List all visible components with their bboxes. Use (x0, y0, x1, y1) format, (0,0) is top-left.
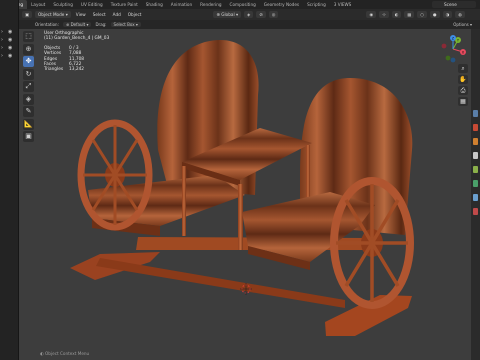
tab-texture-paint[interactable]: Texture Paint (107, 0, 142, 9)
tab-sculpting[interactable]: Sculpting (49, 0, 77, 9)
menu-object[interactable]: Object (126, 12, 144, 17)
left-wheel[interactable] (77, 119, 153, 231)
camera-view-icon[interactable]: ⎙ (458, 86, 468, 95)
options-button[interactable]: Options ▾ (453, 22, 472, 27)
shading-solid-icon[interactable]: ● (429, 11, 440, 18)
eye-icon[interactable]: ◉ (8, 45, 13, 50)
chevron-right-icon[interactable]: › (1, 29, 6, 34)
shading-rendered-icon[interactable]: ◍ (455, 11, 465, 18)
xray-icon[interactable]: ▦ (404, 11, 415, 18)
cursor-tool-icon[interactable]: ⊕ (23, 43, 34, 55)
render-tab-icon[interactable] (473, 124, 478, 131)
menu-view[interactable]: View (74, 12, 88, 17)
outliner-row[interactable]: › ◉ (1, 52, 18, 59)
axis-neg-x-handle[interactable] (441, 43, 447, 49)
bench-model[interactable] (19, 29, 471, 360)
proportional-edit-icon[interactable]: ◎ (268, 11, 279, 18)
drag-value: Select Box (113, 22, 135, 27)
tool-tab-icon[interactable] (473, 110, 478, 117)
orientation-label: Orientation: (35, 22, 59, 27)
gizmo-toggle-icon[interactable]: ⊹ (379, 11, 389, 18)
stat-value: 13,242 (69, 67, 85, 73)
scene-tab-icon[interactable] (473, 152, 478, 159)
mode-selector[interactable]: Object Mode ▾ (34, 11, 71, 18)
transform-orientation-selector[interactable]: ⊕ Global ▾ (213, 11, 242, 18)
zoom-icon[interactable]: ⌕ (458, 64, 468, 73)
tool-settings-bar: Orientation: ⊕ Default ▾ Drag: Select Bo… (19, 20, 480, 29)
tab-3-views[interactable]: 3 VIEWS (330, 0, 356, 9)
tab-rendering[interactable]: Rendering (196, 0, 225, 9)
move-tool-icon[interactable]: ✥ (23, 56, 34, 67)
tab-shading[interactable]: Shading (142, 0, 167, 9)
mode-label: Object Mode (37, 12, 65, 17)
status-hint-text: Object Context Menu (45, 351, 90, 356)
axis-neg-y-handle[interactable] (445, 55, 451, 61)
pan-hand-icon[interactable]: ✋ (458, 75, 468, 84)
toolbar: ⬚ ⊕ ✥ ↻ ⤢ ◈ ✎ 📐 ▣ (23, 31, 35, 144)
shading-material-icon[interactable]: ◑ (442, 11, 453, 18)
outliner-row[interactable]: › ◉ (1, 28, 18, 35)
tab-scripting[interactable]: Scripting (303, 0, 330, 9)
drag-dropdown[interactable]: Select Box ▾ (110, 22, 141, 27)
stat-label: Triangles (44, 67, 64, 73)
workspace-tab-bar: Modeling Layout Sculpting UV Editing Tex… (0, 0, 480, 9)
perspective-toggle-icon[interactable]: ▦ (458, 97, 468, 106)
menu-add[interactable]: Add (111, 12, 123, 17)
scale-tool-icon[interactable]: ⤢ (23, 81, 34, 92)
modifier-tab-icon[interactable] (473, 194, 478, 201)
menu-select[interactable]: Select (91, 12, 108, 17)
eye-icon[interactable]: ◉ (8, 29, 13, 34)
annotate-tool-icon[interactable]: ✎ (23, 106, 34, 117)
chevron-right-icon[interactable]: › (1, 53, 6, 58)
outliner-strip: › ◉ › ◉ › ◉ › ◉ (0, 0, 19, 360)
select-tool-icon[interactable]: ⬚ (23, 31, 34, 42)
world-tab-icon[interactable] (473, 166, 478, 173)
tab-layout[interactable]: Layout (27, 0, 49, 9)
chevron-right-icon[interactable]: › (1, 37, 6, 42)
editor-type-button[interactable]: ▣ (22, 11, 32, 18)
viewport-header: ▣ Object Mode ▾ View Select Add Object ⊕… (19, 9, 480, 20)
scene-selector[interactable]: Scene (432, 1, 476, 8)
3d-viewport[interactable] (19, 29, 471, 360)
table-leg (238, 184, 243, 250)
table-leg (306, 145, 310, 197)
status-bar-hint: ◐ Object Context Menu (40, 351, 90, 356)
output-tab-icon[interactable] (473, 138, 478, 145)
scene-name: Scene (444, 2, 457, 7)
right-wheel[interactable] (330, 177, 414, 309)
eye-icon[interactable]: ◉ (8, 37, 13, 42)
drag-label: Drag: (95, 22, 107, 27)
collection-name: (11) Garden_Bench_4 | GM_03 (44, 36, 110, 42)
shading-wireframe-icon[interactable]: ○ (417, 11, 427, 18)
overlay-toggle-icon[interactable]: ◐ (391, 11, 402, 18)
navigation-gizmo[interactable]: X Y Z (438, 34, 468, 64)
tab-animation[interactable]: Animation (167, 0, 196, 9)
snap-icon[interactable]: ⊘ (256, 11, 266, 18)
viewport-overlay-info: User Orthographic (11) Garden_Bench_4 | … (44, 31, 109, 73)
stat-row: Triangles 13,242 (44, 67, 109, 72)
transform-orientation-label: Global (221, 12, 235, 17)
axis-neg-z-handle[interactable] (450, 57, 456, 63)
transform-tool-icon[interactable]: ◈ (23, 93, 34, 105)
visibility-icon[interactable]: ◉ (366, 11, 377, 18)
tab-uv-editing[interactable]: UV Editing (77, 0, 107, 9)
material-tab-icon[interactable] (473, 208, 478, 215)
measure-tool-icon[interactable]: 📐 (23, 118, 34, 130)
orientation-value: Default (70, 22, 86, 27)
pivot-icon[interactable]: ◈ (244, 11, 254, 18)
eye-icon[interactable]: ◉ (8, 53, 13, 58)
tab-geometry-nodes[interactable]: Geometry Nodes (260, 0, 303, 9)
options-label: Options (453, 22, 469, 27)
outliner-row[interactable]: › ◉ (1, 44, 18, 51)
object-tab-icon[interactable] (473, 180, 478, 187)
chevron-right-icon[interactable]: › (1, 45, 6, 50)
tab-compositing[interactable]: Compositing (226, 0, 260, 9)
add-cube-tool-icon[interactable]: ▣ (23, 131, 34, 142)
table-leg (182, 166, 186, 236)
orientation-dropdown[interactable]: ⊕ Default ▾ (62, 22, 92, 27)
outliner-row[interactable]: › ◉ (1, 36, 18, 43)
rotate-tool-icon[interactable]: ↻ (23, 68, 34, 80)
